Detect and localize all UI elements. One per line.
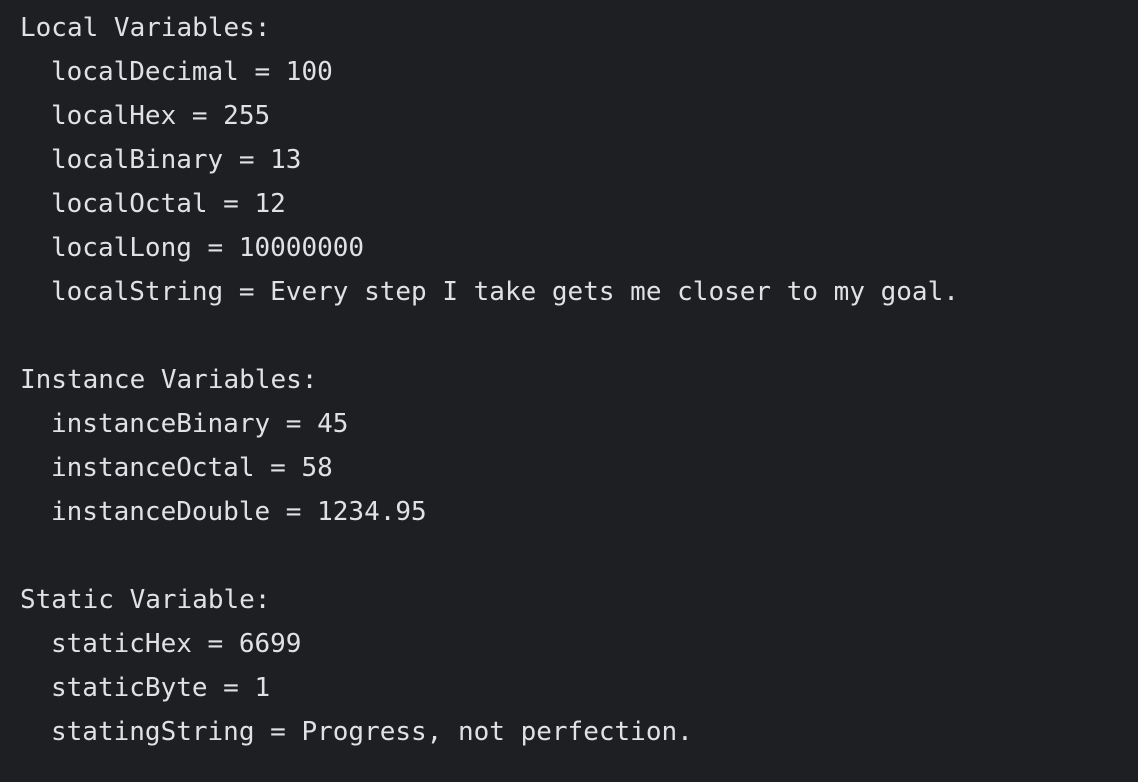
output-line-local-decimal: localDecimal = 100 (51, 57, 333, 87)
output-line-local-string: localString = Every step I take gets me … (51, 277, 959, 307)
output-line-local-long: localLong = 10000000 (51, 233, 365, 263)
output-line-static-string: statingString = Progress, not perfection… (51, 717, 693, 747)
output-line-local-hex: localHex = 255 (51, 101, 271, 131)
output-line-static-byte: staticByte = 1 (51, 673, 271, 703)
output-line-local-binary: localBinary = 13 (51, 145, 302, 175)
console-output: Local Variables: localDecimal = 100 loca… (0, 0, 1138, 782)
section-header-local: Local Variables: (20, 13, 271, 43)
output-line-local-octal: localOctal = 12 (51, 189, 286, 219)
output-line-instance-octal: instanceOctal = 58 (51, 453, 333, 483)
output-line-static-hex: staticHex = 6699 (51, 629, 302, 659)
section-header-instance: Instance Variables: (20, 365, 318, 395)
output-line-instance-binary: instanceBinary = 45 (51, 409, 349, 439)
output-line-instance-double: instanceDouble = 1234.95 (51, 497, 427, 527)
section-header-static: Static Variable: (20, 585, 271, 615)
